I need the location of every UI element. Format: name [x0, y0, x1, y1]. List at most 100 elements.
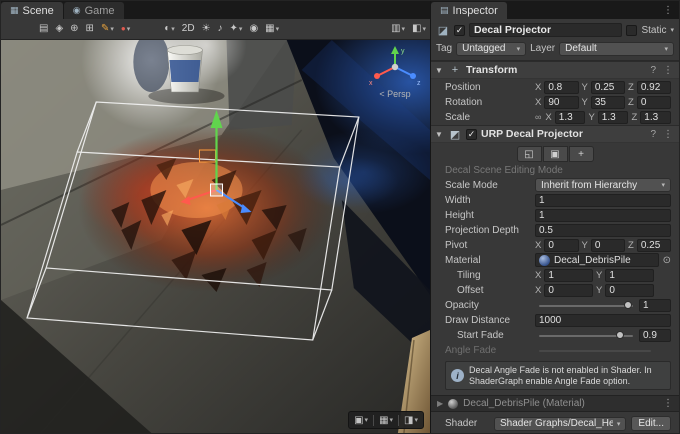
persp-label[interactable]: < Persp: [366, 89, 424, 99]
visibility-toggle-icon[interactable]: ◉: [249, 24, 258, 34]
draw-mode-icon[interactable]: ◐▾: [164, 24, 175, 34]
2d-toggle[interactable]: 2D: [182, 24, 195, 34]
angle-fade-label: Angle Fade: [445, 345, 533, 356]
draw-distance-field[interactable]: 1000: [535, 314, 671, 327]
crop-mode-button[interactable]: ▣: [543, 146, 568, 162]
position-x-field[interactable]: 0.8: [544, 81, 578, 94]
scale-mode-row: Scale Mode Inherit from Hierarchy ▾: [431, 178, 679, 192]
scene-viewport[interactable]: y x z < Persp ▣▾ ▦▾ ◨▾: [1, 40, 430, 433]
tab-inspector[interactable]: ▤ Inspector: [431, 2, 507, 19]
tab-game-label: Game: [85, 5, 115, 17]
check-icon: ✓: [456, 25, 464, 36]
x-axis-label: X: [545, 112, 551, 123]
tab-game[interactable]: ◉ Game: [64, 2, 124, 19]
overlay-separator: [398, 415, 399, 426]
static-dropdown-icon[interactable]: ▾: [670, 26, 674, 34]
rotation-label: Rotation: [445, 97, 533, 108]
scale-y-field[interactable]: 1.3: [598, 111, 629, 124]
transform-menu-icon[interactable]: ⋮: [663, 65, 673, 76]
svg-text:y: y: [401, 48, 405, 55]
material-section-header[interactable]: ▶ Decal_DebrisPile (Material) ⋮: [431, 395, 679, 412]
material-object-field[interactable]: Decal_DebrisPile: [535, 253, 659, 267]
scale-mode-button[interactable]: ◱: [517, 146, 542, 162]
draw-distance-label: Draw Distance: [445, 315, 533, 326]
inspector-menu-icon[interactable]: ⋮: [663, 5, 679, 19]
pivot-y-field[interactable]: 0: [591, 239, 625, 252]
width-label: Width: [445, 195, 533, 206]
pivot-z-field[interactable]: 0.25: [637, 239, 671, 252]
overlay-grid-icon[interactable]: ▦▾: [379, 415, 393, 426]
record-tool-icon[interactable]: ●▾: [121, 24, 130, 34]
position-z-field[interactable]: 0.92: [637, 81, 671, 94]
gameobject-header: ◪ ✓ Decal Projector Static ▾ Tag Untagge…: [431, 19, 679, 61]
rotation-y-field[interactable]: 35: [591, 96, 625, 109]
start-fade-slider[interactable]: [539, 329, 633, 342]
scale-link-icon[interactable]: ∞: [535, 112, 541, 122]
decal-editing-mode-label: Decal Scene Editing Mode: [431, 164, 679, 177]
transform-header[interactable]: ▼ + Transform ? ⋮: [431, 61, 679, 79]
layer-dropdown[interactable]: Default ▾: [559, 42, 674, 56]
scale-z-field[interactable]: 1.3: [640, 111, 671, 124]
offset-x-field[interactable]: 0: [544, 284, 593, 297]
active-checkbox[interactable]: ✓: [454, 25, 465, 36]
tiling-x-field[interactable]: 1: [544, 269, 593, 282]
effects-toggle-icon[interactable]: ✦▾: [230, 24, 243, 34]
tab-scene[interactable]: ▦ Scene: [1, 2, 63, 19]
overlay-view-icon[interactable]: ◨▾: [404, 415, 418, 426]
urp-decal-projector-header[interactable]: ▼ ◩ ✓ URP Decal Projector ? ⋮: [431, 125, 679, 143]
foldout-icon[interactable]: ▼: [435, 130, 444, 139]
component-enabled-checkbox[interactable]: ✓: [466, 129, 477, 140]
gameobject-name-field[interactable]: Decal Projector: [469, 23, 622, 37]
inspector-body: ◪ ✓ Decal Projector Static ▾ Tag Untagge…: [431, 19, 679, 433]
height-field[interactable]: 1: [535, 209, 671, 222]
svg-text:z: z: [417, 80, 421, 87]
width-field[interactable]: 1: [535, 194, 671, 207]
material-section-title: Decal_DebrisPile (Material): [463, 398, 655, 409]
static-checkbox[interactable]: [626, 25, 637, 36]
orientation-gizmo[interactable]: y x z < Persp: [366, 43, 424, 99]
foldout-icon[interactable]: ▼: [435, 66, 444, 75]
object-picker-icon[interactable]: ⊙: [663, 255, 671, 266]
pivot-mode-button[interactable]: +: [569, 146, 594, 162]
component-menu-icon[interactable]: ⋮: [663, 129, 673, 140]
stats-icon[interactable]: ▥▾: [391, 24, 405, 34]
snap-toggle-icon[interactable]: ⊞: [86, 24, 94, 34]
shader-row: Shader Shader Graphs/Decal_HeightMask ▾ …: [431, 412, 679, 433]
tiling-y-field[interactable]: 1: [605, 269, 654, 282]
scale-x-field[interactable]: 1.3: [555, 111, 586, 124]
tag-dropdown[interactable]: Untagged ▾: [456, 42, 526, 56]
paint-tool-icon[interactable]: ✎▾: [101, 24, 114, 34]
inspector-tab-icon: ▤: [440, 5, 449, 16]
position-row: Position X0.8 Y0.25 Z0.92: [431, 80, 679, 94]
shader-edit-button[interactable]: Edit...: [631, 416, 671, 431]
x-axis-label: X: [535, 82, 541, 93]
opacity-label: Opacity: [445, 300, 533, 311]
position-y-field[interactable]: 0.25: [591, 81, 625, 94]
shader-dropdown[interactable]: Shader Graphs/Decal_HeightMask ▾: [494, 417, 626, 431]
projection-depth-field[interactable]: 0.5: [535, 224, 671, 237]
camera-settings-icon[interactable]: ◧▾: [412, 24, 426, 34]
overlay-camera-icon[interactable]: ▣▾: [354, 415, 368, 426]
scale-mode-dropdown[interactable]: Inherit from Hierarchy ▾: [535, 178, 671, 192]
pivot-toggle-icon[interactable]: ◈: [55, 24, 63, 34]
rotation-x-field[interactable]: 90: [544, 96, 578, 109]
tool-settings-icon[interactable]: ▤: [39, 24, 48, 34]
offset-y-field[interactable]: 0: [605, 284, 654, 297]
opacity-field[interactable]: 1: [639, 299, 671, 312]
audio-toggle-icon[interactable]: ♪: [218, 24, 223, 34]
opacity-slider[interactable]: [539, 299, 633, 312]
help-icon[interactable]: ?: [650, 129, 656, 140]
offset-label: Offset: [457, 285, 533, 296]
scene-overlay-toolbar: ▣▾ ▦▾ ◨▾: [348, 411, 424, 429]
y-axis-label: Y: [582, 82, 588, 93]
pivot-x-field[interactable]: 0: [544, 239, 578, 252]
handle-orientation-icon[interactable]: ⊕: [70, 24, 78, 34]
foldout-icon[interactable]: ▶: [437, 399, 443, 408]
grid-visibility-icon[interactable]: ▦▾: [265, 24, 279, 34]
start-fade-field[interactable]: 0.9: [639, 329, 671, 342]
material-menu-icon[interactable]: ⋮: [663, 398, 673, 409]
lighting-toggle-icon[interactable]: ☀: [202, 24, 211, 34]
help-icon[interactable]: ?: [650, 65, 656, 76]
rotation-z-field[interactable]: 0: [637, 96, 671, 109]
y-axis-label: Y: [588, 112, 594, 123]
